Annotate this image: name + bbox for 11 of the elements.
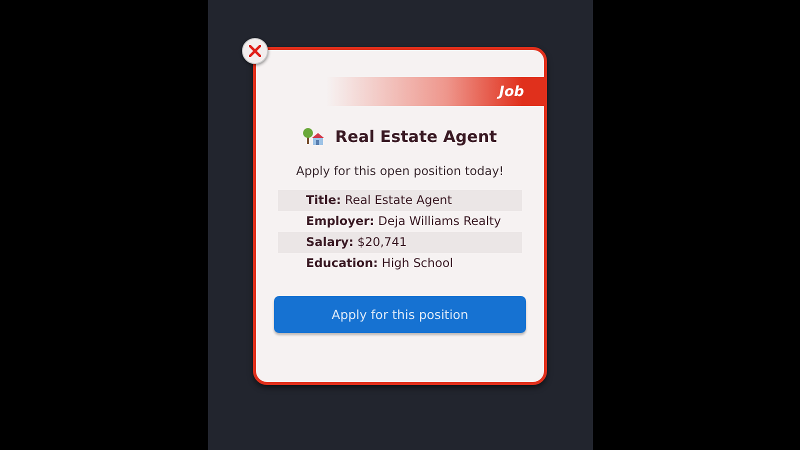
job-title: Real Estate Agent [335,126,497,146]
close-button[interactable] [242,38,268,64]
category-label: Job [499,84,524,100]
apply-button[interactable]: Apply for this position [274,296,526,333]
popup-subtitle: Apply for this open position today! [296,164,504,178]
close-icon [249,45,261,57]
detail-text: Title: Real Estate Agent [278,190,522,211]
house-tree-icon [303,126,326,146]
detail-text: Salary: $20,741 [278,232,522,253]
detail-text: Education: High School [305,255,454,272]
detail-text: Employer: Deja Williams Realty [305,213,502,230]
